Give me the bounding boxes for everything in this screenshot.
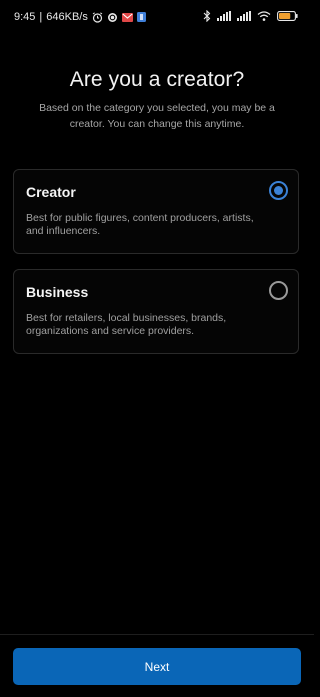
status-bar-right (203, 10, 298, 22)
status-bar-left: 9:45 | 646KB/s (14, 11, 146, 23)
signal-icon (237, 11, 251, 21)
option-creator[interactable]: Creator Best for public figures, content… (13, 169, 299, 254)
signal-icon (217, 11, 231, 21)
next-button[interactable]: Next (13, 648, 301, 685)
mail-icon (121, 12, 133, 22)
page-subtitle: Based on the category you selected, you … (39, 102, 275, 130)
wifi-icon (257, 11, 271, 21)
page-title: Are you a creator? (69, 68, 245, 91)
network-speed: 646KB/s (46, 11, 88, 23)
status-separator: | (39, 11, 43, 23)
footer-divider (0, 634, 314, 635)
option-description: Best for retailers, local businesses, br… (26, 312, 227, 337)
option-business[interactable]: Business Best for retailers, local busin… (13, 269, 299, 354)
status-time: 9:45 (14, 11, 36, 23)
option-description: Best for public figures, content produce… (26, 212, 254, 237)
radio-selected-dot (274, 186, 283, 195)
bluetooth-icon (203, 10, 211, 22)
option-title: Business (26, 284, 89, 300)
battery-fill (279, 13, 291, 19)
business-radio-button[interactable] (269, 281, 288, 300)
alarm-icon (92, 11, 103, 23)
status-bar: 9:45 | 646KB/s (0, 0, 314, 34)
app-notification-icon (136, 12, 146, 22)
option-title: Creator (26, 184, 76, 200)
battery-icon (277, 11, 298, 21)
sync-icon (107, 12, 118, 23)
creator-radio-button[interactable] (269, 181, 288, 200)
